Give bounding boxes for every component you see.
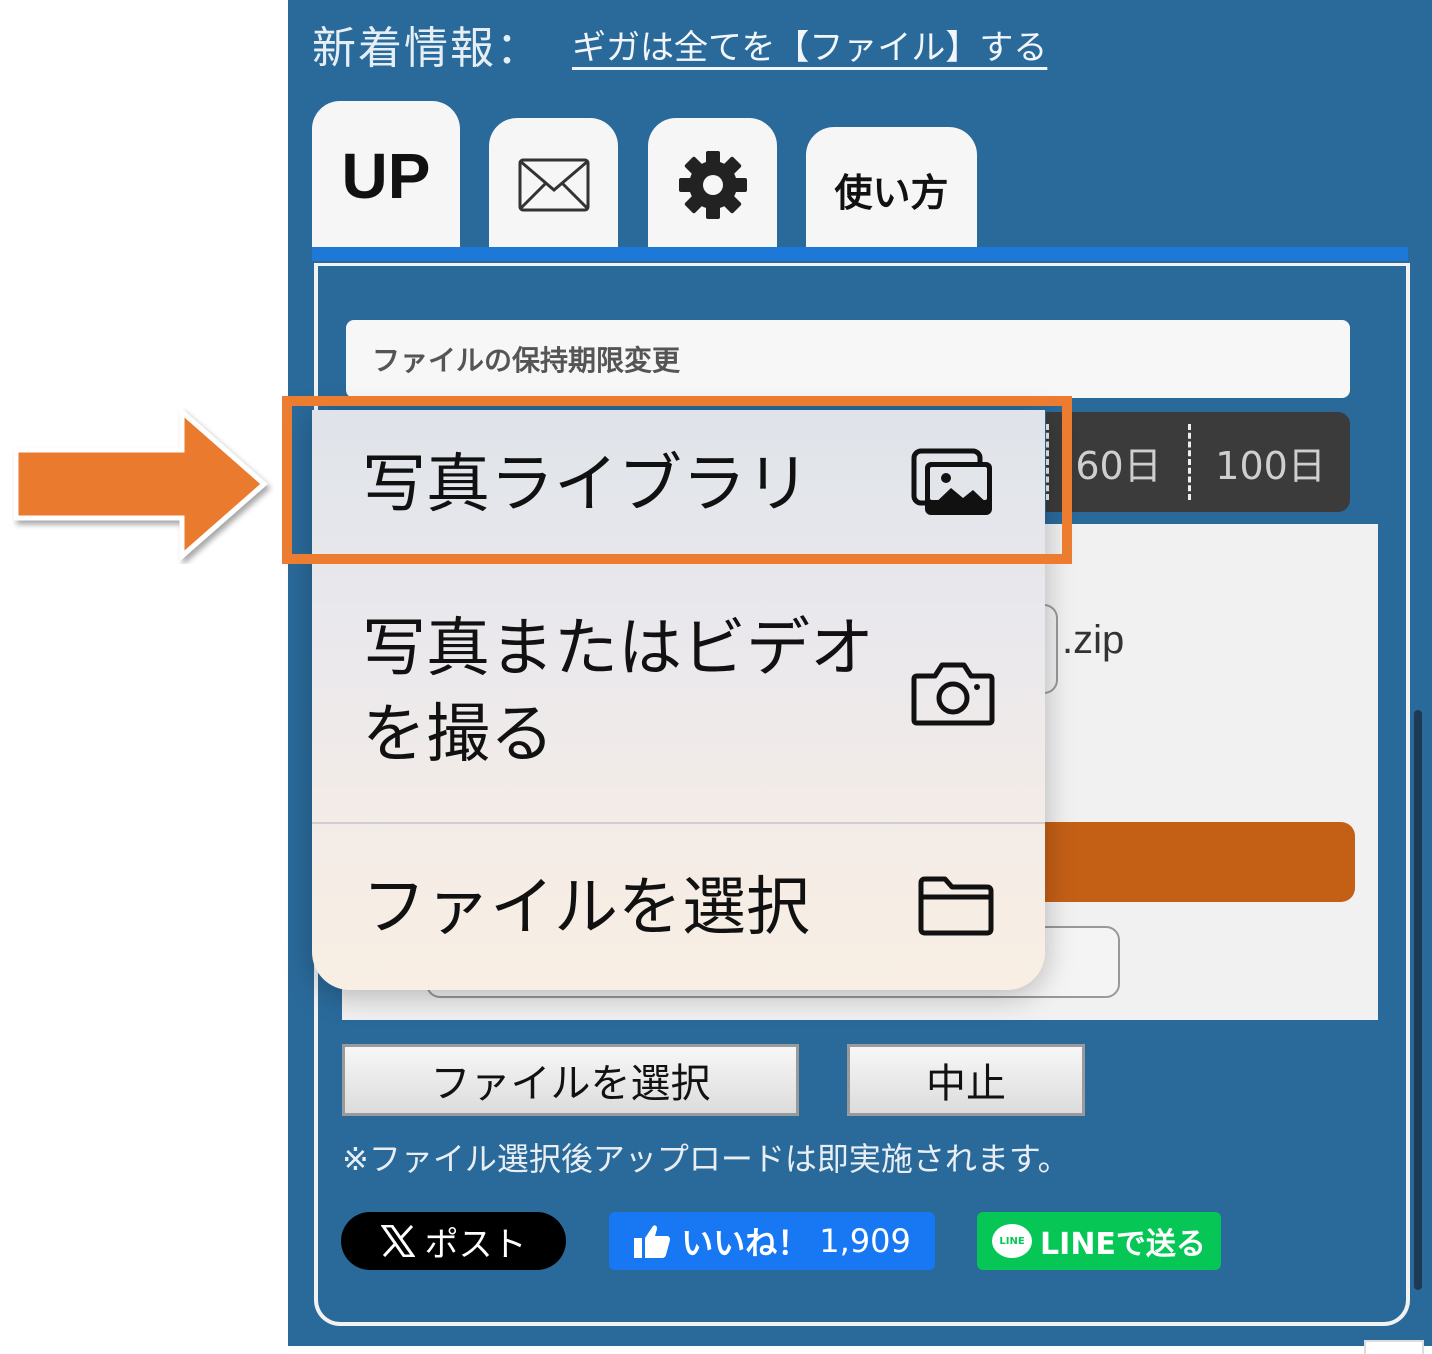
news-link[interactable]: ギガは全てを【ファイル】する xyxy=(572,20,1047,69)
tab-settings[interactable] xyxy=(648,118,777,251)
like-label: いいね！ xyxy=(681,1224,810,1262)
tab-upload[interactable]: UP xyxy=(312,101,460,251)
tab-help[interactable]: 使い方 xyxy=(806,127,977,251)
select-file-button[interactable]: ファイルを選択 xyxy=(342,1044,799,1116)
tab-mail[interactable] xyxy=(489,118,618,251)
facebook-like-button[interactable]: いいね！ 1,909 xyxy=(609,1212,935,1270)
cancel-button[interactable]: 中止 xyxy=(847,1044,1085,1116)
menu-item-label-line2: を撮る xyxy=(362,698,554,772)
menu-item-take-photo[interactable]: 写真またはビデオ を撮る xyxy=(312,580,1045,820)
menu-item-label: ファイルを選択 xyxy=(362,871,810,945)
envelope-icon xyxy=(518,158,589,211)
corner-frame xyxy=(1364,1340,1424,1354)
x-logo-icon xyxy=(380,1225,415,1257)
like-count: 1,909 xyxy=(819,1222,911,1260)
x-post-button[interactable]: ポスト xyxy=(341,1212,566,1270)
news-bar: 新着情報： ギガは全てを【ファイル】する xyxy=(312,14,1047,74)
line-share-button[interactable]: LINE LINEで送る xyxy=(977,1212,1221,1270)
gear-icon xyxy=(678,150,747,219)
day-option-100[interactable]: 100日 xyxy=(1191,424,1350,500)
tab-underline xyxy=(312,247,1408,261)
upload-note: ※ファイル選択後アップロードは即実施されます。 xyxy=(342,1140,1070,1178)
pointer-arrow-icon xyxy=(13,408,268,562)
menu-item-choose-file[interactable]: ファイルを選択 xyxy=(312,822,1045,992)
line-logo-icon: LINE xyxy=(992,1224,1033,1258)
highlight-box xyxy=(282,396,1072,564)
line-share-label: LINEで送る xyxy=(1040,1227,1206,1262)
menu-item-label: 写真またはビデオ xyxy=(362,612,874,686)
retention-days-selector: 60日 100日 xyxy=(1046,412,1350,512)
camera-icon xyxy=(911,660,995,730)
scrollbar[interactable] xyxy=(1414,710,1422,1290)
thumbs-up-icon xyxy=(634,1225,671,1258)
x-post-label: ポスト xyxy=(424,1224,527,1265)
retention-header: ファイルの保持期限変更 xyxy=(346,320,1350,398)
news-label: 新着情報： xyxy=(312,23,542,74)
folder-icon xyxy=(917,875,995,941)
zip-extension: .zip xyxy=(1062,618,1125,662)
